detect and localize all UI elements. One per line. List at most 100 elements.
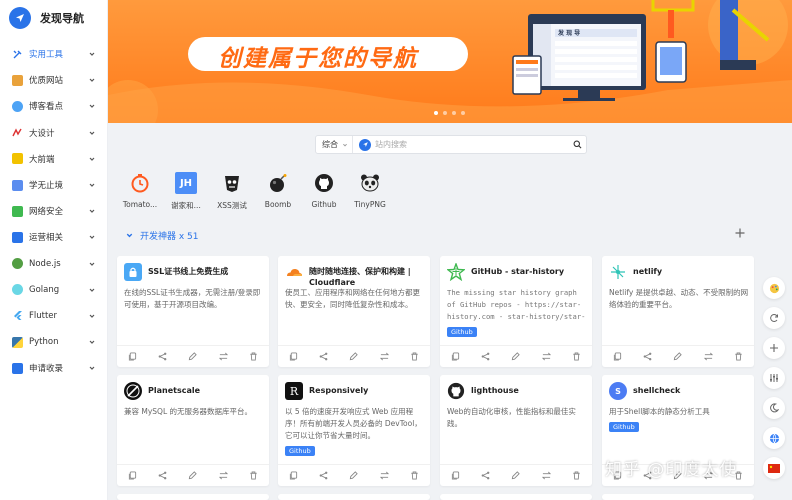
edit-icon[interactable] [673, 352, 683, 362]
add-icon[interactable] [735, 226, 745, 242]
site-card-partial[interactable] [117, 494, 269, 500]
sidebar-item-learning[interactable]: 学无止境 [0, 172, 107, 198]
sidebar-item-golang[interactable]: Golang [0, 277, 107, 303]
sidebar-item-blogs[interactable]: 博客看点 [0, 93, 107, 119]
plus-icon[interactable] [763, 337, 785, 359]
card-actions [117, 345, 269, 367]
edit-icon[interactable] [188, 471, 198, 481]
quick-link-tomato[interactable]: Tomato... [122, 172, 158, 209]
chevron-down-icon [89, 157, 95, 161]
site-card-star-history[interactable]: GitHub - star-history The missing star h… [440, 256, 592, 367]
edit-icon[interactable] [511, 352, 521, 362]
sidebar-item-label: 大前端 [29, 154, 55, 165]
search-category-select[interactable]: 综合 [316, 136, 353, 153]
banner-carousel[interactable]: 创建属于您的导航 发 现 导 [108, 0, 792, 123]
site-card-cloudflare[interactable]: 随时随地连接、保护和构建 | Cloudflare 使员工、应用程序和网络在任何… [278, 256, 430, 367]
tag-badge[interactable]: Github [609, 422, 639, 432]
card-actions [278, 464, 430, 486]
site-card-ssl[interactable]: SSL证书线上免费生成 在线的SSL证书生成器，无需注册/登录即可使用，基于开源… [117, 256, 269, 367]
quick-link-github[interactable]: Github [306, 172, 342, 209]
copy-icon[interactable] [288, 352, 298, 362]
carousel-dot[interactable] [461, 111, 465, 115]
swap-icon[interactable] [541, 471, 551, 481]
edit-icon[interactable] [349, 352, 359, 362]
carousel-dots [434, 111, 465, 115]
swap-icon[interactable] [379, 471, 389, 481]
site-card-partial[interactable] [278, 494, 430, 500]
design-icon [12, 127, 23, 138]
share-icon[interactable] [481, 352, 491, 362]
settings-sliders-icon[interactable] [763, 367, 785, 389]
sidebar-item-websites[interactable]: 优质网站 [0, 67, 107, 93]
swap-icon[interactable] [703, 352, 713, 362]
quick-link-jh[interactable]: JH 谢家和... [168, 172, 204, 211]
sidebar-item-operations[interactable]: 运营相关 [0, 224, 107, 250]
card-description: The missing star history graph of GitHub… [447, 288, 586, 321]
search-input[interactable] [371, 136, 568, 153]
share-icon[interactable] [643, 352, 653, 362]
sidebar-item-design[interactable]: 大设计 [0, 120, 107, 146]
moon-icon[interactable] [763, 397, 785, 419]
site-card-partial[interactable] [440, 494, 592, 500]
carousel-dot[interactable] [443, 111, 447, 115]
search-icon[interactable] [568, 136, 586, 153]
site-card-partial[interactable] [602, 494, 754, 500]
sidebar-item-frontend[interactable]: 大前端 [0, 146, 107, 172]
copy-icon[interactable] [127, 352, 137, 362]
quick-link-boomb[interactable]: Boomb [260, 172, 296, 209]
site-card-responsively[interactable]: R Responsively 以 5 倍的速度开发响应式 Web 应用程序！所有… [278, 375, 430, 486]
copy-icon[interactable] [288, 471, 298, 481]
site-card-planetscale[interactable]: Planetscale 兼容 MySQL 的无服务器数据库平台。 [117, 375, 269, 486]
delete-icon[interactable] [410, 471, 420, 481]
quick-link-label: 谢家和... [171, 201, 201, 210]
delete-icon[interactable] [410, 352, 420, 362]
delete-icon[interactable] [572, 471, 582, 481]
quick-link-tinypng[interactable]: TinyPNG [352, 172, 388, 209]
carousel-dot-active[interactable] [434, 111, 438, 115]
quick-link-xss[interactable]: XSS测试 [214, 172, 250, 211]
delete-icon[interactable] [249, 471, 259, 481]
chevron-down-icon [89, 183, 95, 187]
sidebar-item-security[interactable]: 网络安全 [0, 198, 107, 224]
site-card-lighthouse[interactable]: lighthouse Web的自动化审核，性能指标和最佳实践。 [440, 375, 592, 486]
sidebar-item-python[interactable]: Python [0, 329, 107, 355]
sidebar-item-apply[interactable]: 申请收录 [0, 355, 107, 381]
share-icon[interactable] [319, 471, 329, 481]
copy-icon[interactable] [450, 352, 460, 362]
site-card-netlify[interactable]: netlify Netlify 是提供卓越、动态、不受限制的网络体验的重要平台。 [602, 256, 754, 367]
tag-badge[interactable]: Github [447, 327, 477, 337]
share-icon[interactable] [158, 352, 168, 362]
delete-icon[interactable] [572, 352, 582, 362]
delete-icon[interactable] [249, 352, 259, 362]
tag-badge[interactable]: Github [285, 446, 315, 456]
carousel-dot[interactable] [452, 111, 456, 115]
edit-icon[interactable] [349, 471, 359, 481]
swap-icon[interactable] [218, 471, 228, 481]
sidebar-item-flutter[interactable]: Flutter [0, 303, 107, 329]
section-header[interactable]: 开发神器 x 51 [125, 229, 199, 242]
delete-icon[interactable] [734, 352, 744, 362]
share-icon[interactable] [158, 471, 168, 481]
card-title: lighthouse [471, 386, 519, 395]
copy-icon[interactable] [127, 471, 137, 481]
apply-icon [12, 362, 23, 374]
globe-icon[interactable] [763, 427, 785, 449]
edit-icon[interactable] [511, 471, 521, 481]
card-actions [117, 464, 269, 486]
share-icon[interactable] [319, 352, 329, 362]
logo[interactable]: 发现导航 [0, 0, 107, 36]
refresh-icon[interactable] [763, 307, 785, 329]
panda-icon [359, 172, 381, 194]
swap-icon[interactable] [379, 352, 389, 362]
sidebar-item-nodejs[interactable]: Node.js [0, 251, 107, 277]
chevron-down-icon [89, 262, 95, 266]
copy-icon[interactable] [612, 352, 622, 362]
edit-icon[interactable] [188, 352, 198, 362]
china-flag-icon[interactable] [763, 457, 785, 479]
swap-icon[interactable] [218, 352, 228, 362]
copy-icon[interactable] [450, 471, 460, 481]
palette-icon[interactable] [763, 277, 785, 299]
swap-icon[interactable] [541, 352, 551, 362]
sidebar-item-tools[interactable]: 实用工具 [0, 41, 107, 67]
share-icon[interactable] [481, 471, 491, 481]
